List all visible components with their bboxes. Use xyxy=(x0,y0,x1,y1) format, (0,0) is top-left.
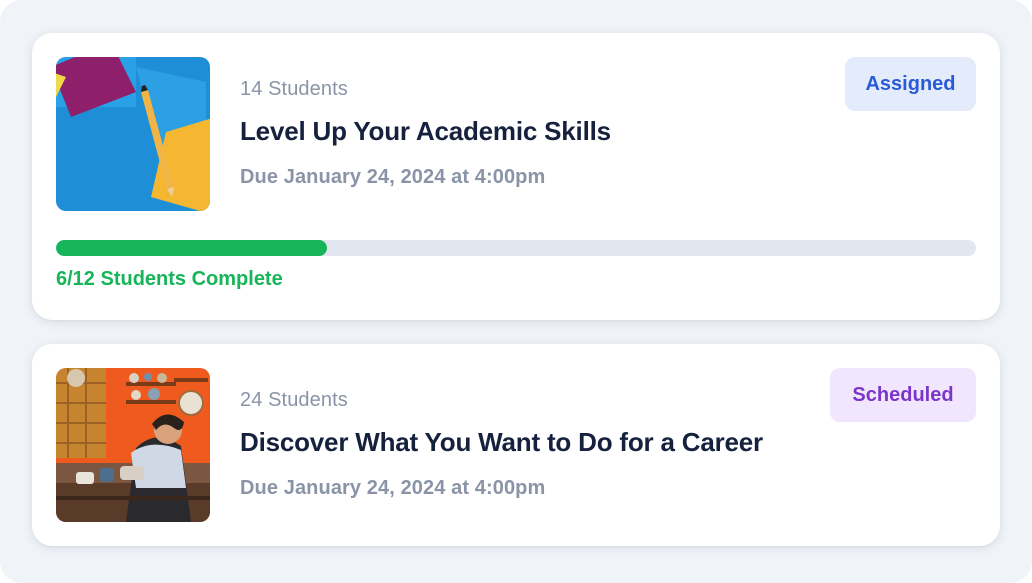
pottery-student-image xyxy=(56,368,210,522)
progress-bar-fill xyxy=(56,240,328,256)
status-badge-scheduled: Scheduled xyxy=(830,368,976,422)
assignment-card[interactable]: 14 Students Level Up Your Academic Skill… xyxy=(32,33,1000,320)
student-count: 24 Students xyxy=(240,389,348,411)
assignment-card[interactable]: 24 Students Discover What You Want to Do… xyxy=(32,344,1000,546)
assignment-thumbnail xyxy=(56,57,210,211)
due-date: Due January 24, 2024 at 4:00pm xyxy=(240,477,546,499)
notebooks-pencil-image xyxy=(56,57,210,211)
student-count: 14 Students xyxy=(240,78,348,100)
assignments-panel: 14 Students Level Up Your Academic Skill… xyxy=(0,0,1032,583)
assignment-title[interactable]: Discover What You Want to Do for a Caree… xyxy=(240,427,763,458)
assignment-thumbnail xyxy=(56,368,210,522)
status-badge-assigned: Assigned xyxy=(845,57,976,111)
due-date: Due January 24, 2024 at 4:00pm xyxy=(240,166,546,188)
progress-label: 6/12 Students Complete xyxy=(56,268,283,290)
progress-bar xyxy=(56,240,976,256)
assignment-title[interactable]: Level Up Your Academic Skills xyxy=(240,116,611,147)
